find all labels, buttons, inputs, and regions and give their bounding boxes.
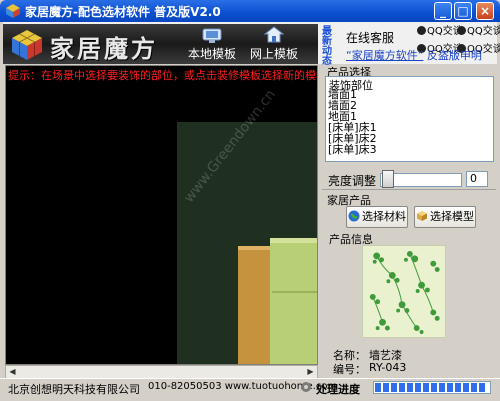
progress-label: 处理进度 [316,383,360,396]
decor-part-list[interactable]: 装饰部位 墙面1 墙面2 地面1 [床单]床1 [床单]床2 [床单]床3 [325,76,494,162]
globe-icon [348,210,360,222]
qq-chat-button[interactable]: QQ交谈 [457,25,500,38]
scene-viewport[interactable]: www.Greendown.cn 提示：在场景中选择要装饰的部位，或点击装修模板… [5,65,318,365]
product-code-value: RY-043 [369,361,407,374]
local-template-icon [202,28,222,43]
horizontal-scrollbar[interactable]: ◀ ▶ [5,365,318,379]
scroll-right-icon[interactable]: ▶ [304,366,317,378]
select-model-label: 选择模型 [430,210,474,223]
online-template-label: 网上模板 [249,47,298,61]
anti-piracy-suffix: 反盗版申明 [426,49,482,62]
scroll-left-icon[interactable]: ◀ [6,366,19,378]
product-code-label: 编号： [333,363,366,376]
divider [322,189,496,190]
news-link[interactable]: 最新动态 [322,27,334,67]
online-support-label: 在线客服 [346,31,395,45]
processing-icon [301,382,311,392]
close-button[interactable]: × [476,2,494,20]
online-template-button[interactable]: 网上模板 [246,26,302,62]
window-title: 家居魔方-配色选材软件 普及版V2.0 [25,5,221,19]
company-name: 北京创想明天科技有限公司 [8,383,140,396]
select-model-button[interactable]: 选择模型 [414,206,476,228]
scene-cabinet-front[interactable] [270,238,317,364]
qq-chat-label: QQ交谈 [467,26,500,37]
local-template-label: 本地模板 [187,47,236,61]
brightness-label: 亮度调整 [328,174,377,188]
qq-penguin-icon [457,26,466,35]
cabinet-divider [272,291,317,293]
brightness-slider-thumb[interactable] [382,170,394,188]
cube-logo-icon [12,30,42,60]
list-item[interactable]: [床单]床3 [328,144,377,155]
box-icon [417,211,427,221]
product-thumbnail [362,245,446,338]
local-template-button[interactable]: 本地模板 [184,26,240,62]
select-material-button[interactable]: 选择材料 [346,206,408,228]
progress-fill [375,383,486,392]
progress-bar [373,381,491,394]
anti-piracy-link[interactable]: “家居魔方软件” [346,49,423,62]
minimize-button[interactable]: _ [434,2,452,20]
brightness-value-field[interactable]: 0 [466,171,488,187]
maximize-button[interactable]: □ [454,2,472,20]
anti-piracy-notice[interactable]: “家居魔方软件” 反盗版申明 [346,47,482,63]
scene-hint: 提示：在场景中选择要装饰的部位，或点击装修模板选择新的模板！ [8,69,318,82]
qq-chat-button[interactable]: QQ交谈 [417,25,463,38]
select-material-label: 选择材料 [362,210,406,223]
logo-text: 家居魔方 [50,34,158,63]
qq-penguin-icon [417,26,426,35]
app-logo-icon [6,4,20,18]
online-template-icon [263,26,285,43]
